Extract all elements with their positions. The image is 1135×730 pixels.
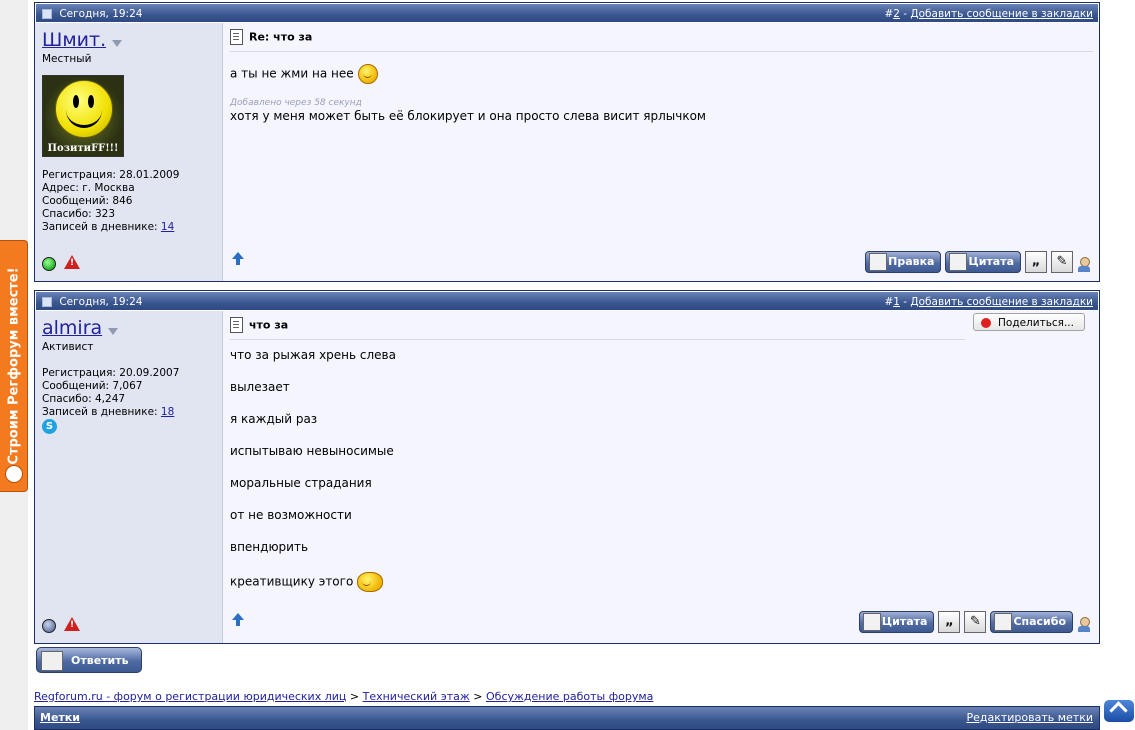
quote-button[interactable]: Цитата [945, 251, 1021, 273]
diary-count-link[interactable]: 14 [161, 221, 174, 233]
post-title: что за [249, 318, 289, 332]
scroll-up-arrow-icon[interactable] [232, 613, 244, 626]
quick-reply-icon[interactable]: ✎ [1051, 251, 1073, 273]
stat-registration: Регистрация: 20.09.2007 [42, 367, 180, 379]
user-profile-icon[interactable] [1077, 617, 1091, 633]
message-line: моральные страдания [230, 476, 372, 490]
laughing-emoji-icon [357, 572, 384, 592]
post-document-icon [230, 317, 243, 333]
online-status-icon [42, 257, 56, 271]
quote-button[interactable]: Цитата [858, 611, 935, 633]
stat-messages: Сообщений: 846 [42, 195, 133, 207]
username-link[interactable]: almira [42, 317, 102, 339]
report-post-icon[interactable] [64, 617, 80, 631]
scroll-up-arrow-icon[interactable] [232, 252, 244, 265]
thanks-button[interactable]: Спасибо [990, 611, 1073, 633]
skype-icon[interactable]: S [42, 419, 57, 434]
avatar: ПозитиFF!!! [42, 75, 124, 157]
user-rank: Активист [42, 341, 94, 353]
user-rank: Местный [42, 53, 92, 65]
post-date: Сегодня, 19:24 [59, 8, 143, 20]
breadcrumb: Regforum.ru - форум о регистрации юридич… [34, 690, 654, 703]
post-header: Сегодня, 19:24 #2 - Добавить сообщение в… [35, 3, 1099, 23]
breadcrumb-item-home[interactable]: Regforum.ru - форум о регистрации юридич… [34, 690, 346, 703]
stat-diary: Записей в дневнике: 14 [42, 221, 175, 233]
breadcrumb-item-tech[interactable]: Технический этаж [363, 690, 470, 703]
stat-registration: Регистрация: 28.01.2009 [42, 169, 180, 181]
bookmark-link[interactable]: Добавить сообщение в закладки [910, 8, 1093, 20]
post-message: что за рыжая хрень слева вылезает я кажд… [230, 348, 1093, 592]
user-stats: Регистрация: 28.01.2009 Адрес: г. Москва… [42, 169, 215, 234]
message-line: впендюрить [230, 540, 309, 554]
post-title-row: Re: что за [230, 29, 1093, 52]
post-date: Сегодня, 19:24 [59, 296, 143, 308]
post-body: almira Активист Регистрация: 20.09.2007 … [35, 311, 1099, 643]
stat-address: Адрес: г. Москва [42, 182, 135, 194]
user-menu-arrow-icon[interactable] [108, 327, 119, 335]
reply-button[interactable]: Ответить [36, 647, 142, 673]
user-info-panel: Шмит. Местный ПозитиFF!!! Регистрация: 2… [35, 23, 223, 281]
post-body: Шмит. Местный ПозитиFF!!! Регистрация: 2… [35, 23, 1099, 281]
post-2: Сегодня, 19:24 #2 - Добавить сообщение в… [34, 2, 1100, 282]
bookmark-link[interactable]: Добавить сообщение в закладки [910, 296, 1093, 308]
report-post-icon[interactable] [64, 255, 80, 269]
post-title: Re: что за [249, 30, 313, 44]
post-title-row: что за [230, 317, 965, 340]
post-content: что за Поделиться... что за рыжая хрень … [224, 311, 1099, 643]
multi-quote-icon[interactable]: „ [1025, 251, 1047, 273]
post-number-prefix: # [884, 8, 894, 20]
post-number-link[interactable]: 1 [893, 296, 900, 308]
promo-tab-label: Строим Регфорум вместе! [6, 267, 21, 465]
share-button[interactable]: Поделиться... [973, 313, 1085, 331]
post-message: а ты не жми на нее [230, 64, 1093, 84]
post-status-icon [42, 297, 52, 307]
edit-tags-link[interactable]: Редактировать метки [966, 707, 1093, 729]
post-content: Re: что за а ты не жми на нее Добавлено … [224, 23, 1099, 281]
message-line: я каждый раз [230, 412, 318, 426]
stat-thanks: Спасибо: 323 [42, 208, 116, 220]
quick-reply-icon[interactable]: ✎ [964, 611, 987, 633]
post-number-prefix: # [884, 296, 894, 308]
message-line: от не возможности [230, 508, 352, 522]
tags-bar: Метки Редактировать метки [34, 706, 1100, 730]
post-number-link[interactable]: 2 [893, 8, 900, 20]
post-status-icon [42, 9, 52, 19]
smiley-face-icon [55, 80, 113, 138]
scroll-to-top-button[interactable] [1104, 700, 1134, 722]
post-header: Сегодня, 19:24 #1 - Добавить сообщение в… [35, 291, 1099, 311]
message-text: а ты не жми на нее [230, 66, 354, 81]
offline-status-icon [42, 619, 56, 633]
stat-thanks: Спасибо: 4,247 [42, 393, 126, 405]
post-document-icon [230, 29, 243, 45]
breadcrumb-item-discussion[interactable]: Обсуждение работы форума [486, 690, 653, 703]
avatar-caption: ПозитиFF!!! [47, 143, 119, 154]
post-actions: Правка Цитата „ ✎ [865, 251, 1091, 273]
edit-button[interactable]: Правка [865, 251, 942, 273]
tags-link[interactable]: Метки [40, 711, 80, 724]
post-actions: Цитата „ ✎ Спасибо [858, 611, 1091, 633]
post-1: Сегодня, 19:24 #1 - Добавить сообщение в… [34, 290, 1100, 644]
stat-messages: Сообщений: 7,067 [42, 380, 143, 392]
smile-emoji-icon [357, 64, 378, 84]
message-line: вылезает [230, 380, 290, 394]
user-profile-icon[interactable] [1077, 257, 1091, 273]
message-line: что за рыжая хрень слева [230, 348, 396, 362]
promo-side-tab[interactable]: Строим Регфорум вместе! [0, 240, 28, 492]
user-info-panel: almira Активист Регистрация: 20.09.2007 … [35, 311, 223, 643]
stat-diary: Записей в дневнике: 18 [42, 406, 175, 418]
user-menu-arrow-icon[interactable] [112, 39, 123, 47]
message-line: испытываю невыносимые [230, 444, 394, 458]
promo-tab-icon [5, 465, 23, 483]
message-line-last: креативщику этого [230, 572, 1093, 592]
username-link[interactable]: Шмит. [42, 29, 106, 51]
message-text-2: хотя у меня может быть её блокирует и он… [230, 109, 706, 123]
multi-quote-icon[interactable]: „ [938, 611, 961, 633]
diary-count-link[interactable]: 18 [161, 406, 174, 418]
added-note: Добавлено через 58 секунд [230, 98, 362, 108]
user-stats: Регистрация: 20.09.2007 Сообщений: 7,067… [42, 367, 215, 434]
